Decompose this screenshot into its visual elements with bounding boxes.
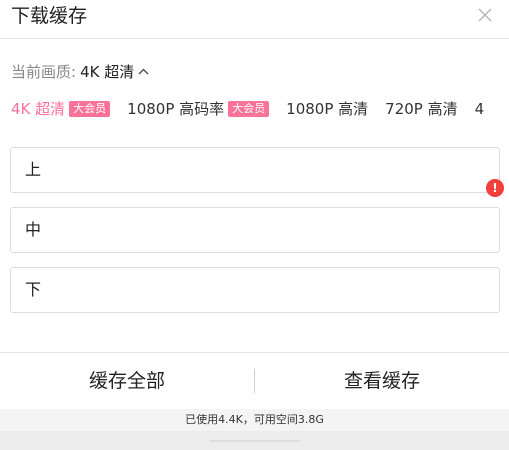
quality-option-1080p[interactable]: 1080P 高清 bbox=[286, 97, 368, 121]
home-indicator bbox=[210, 440, 300, 442]
download-cache-panel: 下载缓存 当前画质: 4K 超清 4K 超清 大会员 1080P 高码率 大会员 1080… bbox=[0, 0, 509, 450]
quality-option-more[interactable]: 4 bbox=[475, 97, 485, 121]
option-label: 1080P 高清 bbox=[286, 100, 369, 118]
episode-item[interactable]: 中 bbox=[10, 207, 500, 253]
vip-badge: 大会员 bbox=[69, 101, 111, 117]
quality-option-4k[interactable]: 4K 超清 大会员 bbox=[11, 97, 111, 121]
storage-info: 已使用4.4K，可用空间3.8G bbox=[185, 413, 324, 426]
quality-options: 4K 超清 大会员 1080P 高码率 大会员 1080P 高清 720P 高清 4 bbox=[11, 97, 509, 121]
cache-all-button[interactable]: 缓存全部 bbox=[0, 353, 254, 409]
panel-title: 下载缓存 bbox=[11, 5, 88, 27]
chevron-up-icon bbox=[138, 68, 149, 74]
episode-item[interactable]: 上 bbox=[10, 147, 500, 193]
current-quality[interactable]: 当前画质: 4K 超清 bbox=[11, 61, 149, 83]
option-label: 1080P 高码率 bbox=[127, 100, 225, 118]
option-label: 4K 超清 bbox=[11, 100, 66, 118]
close-icon[interactable] bbox=[476, 6, 494, 24]
option-label: 4 bbox=[474, 100, 485, 118]
quality-option-720p[interactable]: 720P 高清 bbox=[385, 97, 457, 121]
view-cache-button[interactable]: 查看缓存 bbox=[255, 353, 509, 409]
quality-option-1080p-high-bitrate[interactable]: 1080P 高码率 大会员 bbox=[127, 97, 270, 121]
episode-label: 下 bbox=[25, 280, 42, 299]
warning-icon: ! bbox=[486, 179, 504, 197]
option-label: 720P 高清 bbox=[385, 100, 458, 118]
quality-label: 当前画质: bbox=[11, 63, 77, 81]
bottom-band bbox=[0, 431, 509, 450]
episode-item[interactable]: 下 bbox=[10, 267, 500, 313]
vip-badge: 大会员 bbox=[228, 101, 270, 117]
quality-value: 4K 超清 bbox=[80, 63, 135, 81]
storage-footer: 已使用4.4K，可用空间3.8G bbox=[0, 409, 509, 450]
panel-header: 下载缓存 bbox=[0, 0, 509, 39]
episode-label: 上 bbox=[25, 160, 42, 179]
episode-label: 中 bbox=[25, 220, 42, 239]
